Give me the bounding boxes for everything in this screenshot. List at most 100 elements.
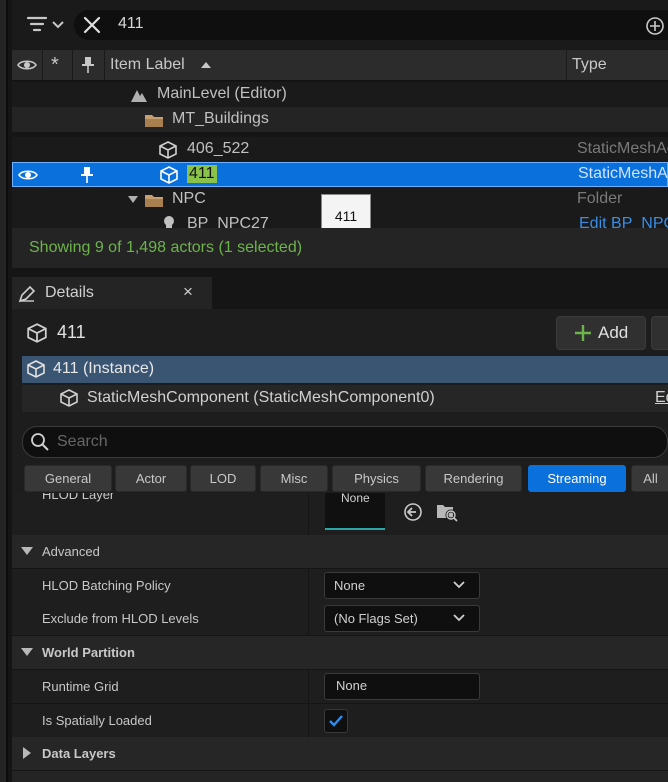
- level-icon: [130, 87, 148, 103]
- pinned-icon[interactable]: [81, 166, 93, 184]
- outliner-header: * Item Label Type: [12, 50, 668, 81]
- bottom-edge: [12, 771, 668, 782]
- actor-name[interactable]: 411: [57, 322, 86, 343]
- filter-rendering[interactable]: Rendering: [425, 465, 522, 492]
- outliner-row-411-selected[interactable]: 411 StaticMeshActor: [12, 162, 668, 187]
- filter-actor[interactable]: Actor: [115, 465, 187, 492]
- details-search-input[interactable]: Search: [22, 426, 668, 458]
- advanced-section-header[interactable]: Advanced: [12, 535, 668, 569]
- static-mesh-icon: [159, 165, 179, 185]
- row-label: BP_NPC27: [187, 215, 269, 228]
- details-pencil-icon: [18, 285, 36, 303]
- hlod-batching-policy-dropdown[interactable]: None: [324, 572, 480, 599]
- is-spatially-loaded-row: Is Spatially Loaded: [12, 704, 668, 738]
- browse-asset-icon[interactable]: [436, 502, 458, 522]
- sort-ascending-icon: [201, 62, 211, 68]
- close-tab-icon[interactable]: ×: [183, 282, 193, 302]
- edit-blueprint-link[interactable]: Edit BP_NPC: [579, 215, 668, 228]
- component-staticmesh-row[interactable]: StaticMeshComponent (StaticMeshComponent…: [22, 385, 668, 412]
- plus-icon: [574, 324, 592, 342]
- blueprint-options-button[interactable]: [651, 316, 668, 350]
- hlod-batching-policy-row: HLOD Batching Policy None: [12, 569, 668, 603]
- chevron-down-icon: [453, 614, 465, 622]
- filter-streaming[interactable]: Streaming: [528, 465, 626, 492]
- section-title: World Partition: [42, 645, 135, 660]
- row-label: 406_522: [187, 140, 250, 157]
- static-mesh-icon: [59, 388, 79, 408]
- star-column[interactable]: *: [42, 50, 73, 80]
- outliner-row-mainlevel[interactable]: MainLevel (Editor): [12, 82, 668, 107]
- spatially-loaded-checkbox[interactable]: [324, 709, 348, 733]
- eye-icon: [17, 58, 37, 72]
- filter-misc[interactable]: Misc: [260, 465, 328, 492]
- runtime-grid-input[interactable]: None: [324, 673, 480, 700]
- add-label: Add: [598, 323, 629, 342]
- expand-arrow-icon: [21, 648, 33, 656]
- filter-physics[interactable]: Physics: [332, 465, 421, 492]
- vertical-divider: [308, 704, 309, 737]
- component-instance-row[interactable]: 411 (Instance): [22, 356, 668, 383]
- folder-icon: [144, 113, 164, 128]
- static-mesh-icon: [26, 322, 48, 344]
- component-label: StaticMeshComponent (StaticMeshComponent…: [87, 389, 435, 406]
- item-label-column[interactable]: Item Label: [104, 50, 567, 80]
- item-label-header: Item Label: [110, 56, 185, 73]
- data-layers-section-header[interactable]: Data Layers: [12, 737, 668, 771]
- visibility-column[interactable]: [12, 50, 43, 80]
- hlod-layer-asset-thumbnail[interactable]: None: [325, 493, 385, 530]
- outliner-status-bar: Showing 9 of 1,498 actors (1 selected): [12, 228, 668, 268]
- section-title: Data Layers: [42, 746, 116, 761]
- type-column[interactable]: Type: [567, 50, 668, 80]
- search-icon: [31, 433, 49, 451]
- dropdown-value: (No Flags Set): [334, 611, 418, 626]
- details-tab[interactable]: Details ×: [12, 277, 212, 309]
- details-tab-title: Details: [45, 284, 94, 301]
- row-label-highlighted: 411: [187, 165, 217, 183]
- row-label: MT_Buildings: [172, 110, 269, 127]
- left-gutter-border: [6, 0, 8, 782]
- pin-icon: [82, 56, 94, 74]
- static-mesh-icon: [158, 140, 178, 160]
- outliner-row-mt-buildings[interactable]: MT_Buildings: [12, 107, 668, 132]
- static-mesh-icon: [26, 359, 46, 379]
- outliner-search-value[interactable]: 411: [118, 15, 144, 33]
- row-label: NPC: [172, 190, 206, 207]
- vertical-divider: [308, 670, 309, 703]
- world-partition-section-header[interactable]: World Partition: [12, 636, 668, 670]
- visibility-eye-icon[interactable]: [18, 168, 38, 182]
- row-type: Folder: [577, 190, 623, 207]
- vertical-divider: [308, 569, 309, 602]
- clear-search-icon[interactable]: [82, 15, 102, 35]
- property-label: Runtime Grid: [42, 679, 119, 694]
- filter-general[interactable]: General: [24, 465, 112, 492]
- expand-arrow-icon: [21, 547, 33, 555]
- add-circle-icon[interactable]: [645, 16, 665, 36]
- filter-lod[interactable]: LOD: [190, 465, 256, 492]
- property-label: HLOD Batching Policy: [42, 578, 171, 593]
- section-title: Advanced: [42, 544, 100, 559]
- pin-column[interactable]: [72, 50, 105, 80]
- asterisk-icon: *: [51, 54, 59, 76]
- search-placeholder: Search: [57, 433, 108, 450]
- add-component-button[interactable]: Add: [556, 316, 646, 350]
- use-selected-icon[interactable]: [403, 502, 423, 522]
- hlod-layer-value: None: [341, 493, 370, 505]
- outliner-row-406-522[interactable]: 406_522 StaticMeshActor: [12, 137, 668, 162]
- type-header: Type: [572, 56, 607, 73]
- runtime-grid-row: Runtime Grid None: [12, 670, 668, 704]
- checkmark-icon: [328, 713, 344, 729]
- filter-icon[interactable]: [26, 14, 66, 36]
- exclude-hlod-dropdown[interactable]: (No Flags Set): [324, 605, 480, 632]
- outliner-search-field[interactable]: 411: [74, 10, 668, 40]
- edit-in-cpp-link[interactable]: Ed: [655, 389, 668, 407]
- property-label: Is Spatially Loaded: [42, 713, 152, 728]
- input-value: None: [336, 678, 368, 693]
- row-type: StaticMeshActor: [577, 140, 668, 157]
- vertical-divider: [308, 493, 309, 535]
- filter-all[interactable]: All: [631, 465, 668, 492]
- skull-icon: [162, 215, 176, 228]
- collapse-arrow-icon[interactable]: [128, 196, 138, 203]
- hlod-layer-row: HLOD Layer None: [12, 493, 668, 536]
- row-label: MainLevel (Editor): [157, 85, 287, 102]
- dropdown-value: None: [334, 578, 366, 593]
